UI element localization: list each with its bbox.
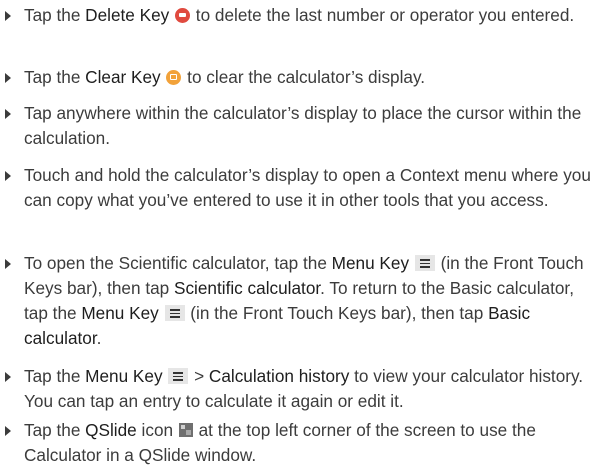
delete-key-icon <box>175 8 191 23</box>
list-item: To open the Scientific calculator, tap t… <box>0 251 600 351</box>
list-item: Tap the Clear Key to clear the calculato… <box>0 65 600 90</box>
bullet-arrow-icon <box>5 73 11 83</box>
item-text: (in the Front Touch Keys bar), then tap <box>185 303 489 323</box>
item-text: Tap the <box>24 420 86 440</box>
bullet-arrow-icon <box>5 171 11 181</box>
list-item: Tap anywhere within the calculator’s dis… <box>0 101 600 151</box>
item-text <box>161 67 166 87</box>
item-text: Tap the <box>24 366 86 386</box>
item-text: Tap anywhere within the calculator’s dis… <box>24 103 582 148</box>
list-item: Tap the QSlide icon at the top left corn… <box>0 418 600 468</box>
menu-key-label: Menu Key <box>331 253 410 273</box>
bullet-arrow-icon <box>5 259 11 269</box>
manual-page: Tap the Delete Key to delete the last nu… <box>0 0 608 470</box>
item-text: . <box>96 328 102 348</box>
item-text: to clear the calculator’s display. <box>182 67 426 87</box>
scientific-calculator-label: Scientific calculator <box>174 278 321 298</box>
item-text <box>169 5 174 25</box>
bullet-arrow-icon <box>5 426 11 436</box>
item-text: To open the Scientific calculator, tap t… <box>24 253 332 273</box>
item-text: to delete the last number or operator yo… <box>191 5 575 25</box>
qslide-label: QSlide <box>85 420 137 440</box>
clear-key-label: Clear Key <box>85 67 161 87</box>
list-item: Tap the Delete Key to delete the last nu… <box>0 3 600 28</box>
menu-key-icon <box>414 255 435 271</box>
bullet-arrow-icon <box>5 372 11 382</box>
item-text: Tap the <box>24 5 86 25</box>
list-item: Touch and hold the calculator’s display … <box>0 163 600 213</box>
menu-key-icon <box>168 368 189 384</box>
menu-key-label: Menu Key <box>81 303 159 323</box>
bullet-arrow-icon <box>5 109 11 119</box>
menu-key-icon <box>164 305 185 321</box>
calculation-history-label: Calculation history <box>208 366 350 386</box>
list-item: Tap the Menu Key > Calculation history t… <box>0 364 600 414</box>
qslide-icon <box>178 423 193 437</box>
bullet-arrow-icon <box>5 11 11 21</box>
item-text: Touch and hold the calculator’s display … <box>24 165 591 210</box>
menu-key-label: Menu Key <box>85 366 163 386</box>
item-text: Tap the <box>24 67 86 87</box>
item-text: > <box>189 366 209 386</box>
clear-key-icon <box>166 70 182 85</box>
delete-key-label: Delete Key <box>85 5 170 25</box>
item-text: icon <box>136 420 178 440</box>
